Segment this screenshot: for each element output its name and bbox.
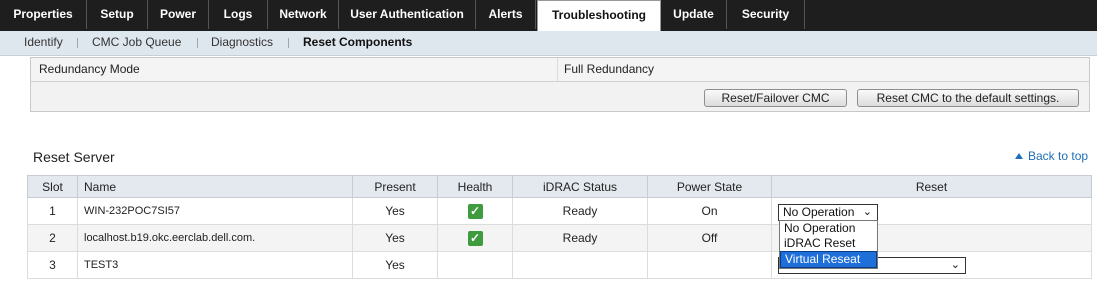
option-no-operation[interactable]: No Operation (780, 221, 877, 236)
cell-name: WIN-232POC7SI57 (77, 197, 353, 225)
tab-security[interactable]: Security (727, 0, 805, 29)
cell-name: TEST3 (77, 251, 353, 279)
column-divider (557, 58, 558, 81)
reset-select-slot-1[interactable]: No Operation ⌄ (778, 204, 878, 221)
health-ok-icon: ✓ (467, 230, 483, 246)
cell-idrac-status: Ready (512, 197, 648, 225)
cell-idrac-status: Ready (512, 224, 648, 252)
tab-network[interactable]: Network (268, 0, 339, 29)
tab-setup[interactable]: Setup (87, 0, 148, 29)
up-arrow-icon (1015, 153, 1023, 159)
reset-failover-cmc-button[interactable]: Reset/Failover CMC (704, 89, 847, 107)
cell-present: Yes (352, 224, 438, 252)
redundancy-panel: Redundancy Mode Full Redundancy Reset/Fa… (30, 57, 1090, 112)
cell-slot: 2 (27, 224, 78, 252)
health-ok-icon: ✓ (467, 203, 483, 219)
cell-slot: 3 (27, 251, 78, 279)
reset-select-value: No Operation (783, 205, 855, 219)
chevron-down-icon: ⌄ (862, 206, 872, 218)
tab-logs[interactable]: Logs (209, 0, 268, 29)
redundancy-mode-value: Full Redundancy (564, 62, 655, 76)
tab-update[interactable]: Update (661, 0, 727, 29)
tab-power[interactable]: Power (148, 0, 209, 29)
cell-health: ✓ (437, 224, 513, 252)
header-name: Name (77, 175, 353, 198)
subnav-identify[interactable]: Identify (24, 31, 63, 55)
reset-cmc-default-button[interactable]: Reset CMC to the default settings. (857, 89, 1079, 107)
redundancy-row: Redundancy Mode Full Redundancy (31, 58, 1089, 82)
subnav-cmc-job-queue[interactable]: CMC Job Queue (92, 31, 181, 55)
table-header-row: Slot Name Present Health iDRAC Status Po… (27, 175, 1092, 198)
header-reset: Reset (771, 175, 1092, 198)
cell-present: Yes (352, 197, 438, 225)
table-row: 1 WIN-232POC7SI57 Yes ✓ Ready On (27, 197, 1092, 225)
subnav-reset-components[interactable]: Reset Components (303, 31, 412, 55)
chevron-down-icon: ⌄ (950, 259, 960, 271)
subnav-separator (288, 38, 289, 48)
subnav-separator (197, 38, 198, 48)
subnav-separator (77, 38, 78, 48)
option-idrac-reset[interactable]: iDRAC Reset (780, 236, 877, 251)
sub-navigation: Identify CMC Job Queue Diagnostics Reset… (0, 31, 1097, 56)
back-to-top-link[interactable]: Back to top (1015, 149, 1088, 163)
top-tab-bar: Properties Setup Power Logs Network User… (0, 0, 1097, 32)
cell-idrac-status (512, 251, 648, 279)
tab-alerts[interactable]: Alerts (476, 0, 536, 29)
cell-name: localhost.b19.okc.eerclab.dell.com. (77, 224, 353, 252)
header-idrac-status: iDRAC Status (512, 175, 648, 198)
tab-user-authentication[interactable]: User Authentication (339, 0, 476, 29)
cell-present: Yes (352, 251, 438, 279)
subnav-diagnostics[interactable]: Diagnostics (211, 31, 273, 55)
cell-slot: 1 (27, 197, 78, 225)
cell-health: ✓ (437, 197, 513, 225)
back-to-top-label: Back to top (1028, 149, 1089, 163)
tab-troubleshooting[interactable]: Troubleshooting (537, 0, 661, 32)
reset-dropdown-list: No Operation iDRAC Reset Virtual Reseat (779, 220, 878, 269)
header-slot: Slot (27, 175, 78, 198)
cell-power-state: Off (647, 224, 772, 252)
header-present: Present (352, 175, 438, 198)
cell-power-state (647, 251, 772, 279)
header-health: Health (437, 175, 513, 198)
table-row: 2 localhost.b19.okc.eerclab.dell.com. Ye… (27, 224, 1092, 252)
reset-server-title: Reset Server (33, 149, 115, 165)
redundancy-mode-label: Redundancy Mode (39, 62, 140, 76)
header-power-state: Power State (647, 175, 772, 198)
tab-properties[interactable]: Properties (0, 0, 87, 29)
option-virtual-reseat[interactable]: Virtual Reseat (780, 251, 877, 268)
cell-health (437, 251, 513, 279)
cell-power-state: On (647, 197, 772, 225)
